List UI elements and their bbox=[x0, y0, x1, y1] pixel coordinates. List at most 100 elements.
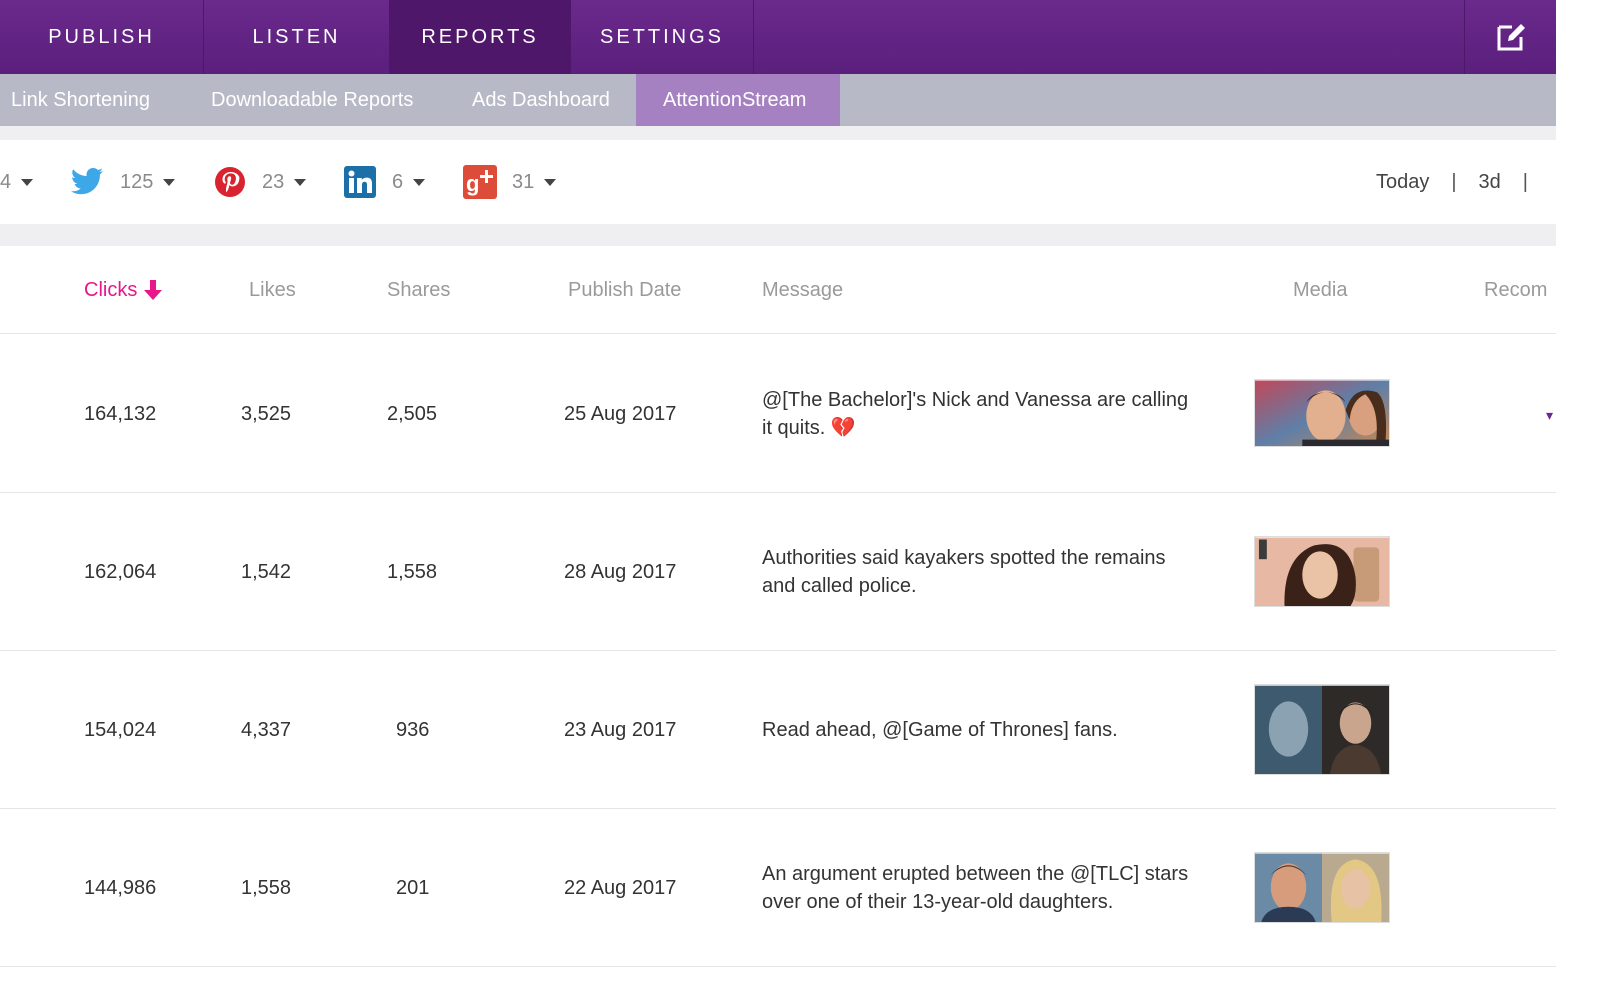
subnav-label: AttentionStream bbox=[663, 88, 807, 111]
column-header-publish-date[interactable]: Publish Date bbox=[568, 246, 681, 334]
table-row[interactable]: 154,024 4,337 936 23 Aug 2017 Read ahead… bbox=[0, 651, 1556, 809]
tab-label: REPORTS bbox=[421, 25, 539, 48]
column-label: Message bbox=[762, 278, 844, 301]
column-label: Shares bbox=[387, 278, 451, 301]
cell-message: Authorities said kayakers spotted the re… bbox=[762, 493, 1202, 651]
message-text: Authorities said kayakers spotted the re… bbox=[762, 547, 1166, 597]
column-header-recommendations[interactable]: Recom bbox=[1484, 246, 1547, 334]
column-header-media[interactable]: Media bbox=[1293, 246, 1347, 334]
message-text: @[The Bachelor]'s Nick and Vanessa are c… bbox=[762, 389, 1189, 439]
compose-button[interactable] bbox=[1464, 0, 1556, 74]
media-thumbnail[interactable] bbox=[1254, 684, 1390, 775]
caret-down-icon bbox=[544, 178, 557, 186]
table-row[interactable]: 164,132 3,525 2,505 25 Aug 2017 @[The Ba… bbox=[0, 335, 1556, 493]
media-image bbox=[1255, 537, 1389, 606]
caret-down-icon bbox=[163, 178, 176, 186]
range-today[interactable]: Today bbox=[1376, 171, 1429, 194]
message-text: An argument erupted between the @[TLC] s… bbox=[762, 863, 1189, 913]
column-header-likes[interactable]: Likes bbox=[249, 246, 296, 334]
cell-message: An argument erupted between the @[TLC] s… bbox=[762, 809, 1202, 967]
column-label: Media bbox=[1293, 278, 1348, 301]
network-filter-linkedin[interactable]: 6 bbox=[344, 140, 426, 224]
cell-publish-date: 25 Aug 2017 bbox=[564, 402, 677, 425]
network-count: 6 bbox=[392, 170, 404, 193]
tab-label: SETTINGS bbox=[599, 25, 724, 48]
column-header-clicks[interactable]: Clicks bbox=[84, 246, 165, 334]
subnav-ads-dashboard[interactable]: Ads Dashboard bbox=[444, 74, 636, 126]
cell-publish-date: 23 Aug 2017 bbox=[564, 718, 677, 741]
subnav-attentionstream[interactable]: AttentionStream bbox=[636, 74, 840, 126]
divider-band bbox=[0, 126, 1556, 140]
recommendation-marker-icon: ▾ bbox=[1546, 407, 1554, 423]
divider-band bbox=[0, 224, 1556, 246]
media-image bbox=[1255, 853, 1389, 922]
column-header-message[interactable]: Message bbox=[762, 246, 843, 334]
subnav-label: Ads Dashboard bbox=[472, 88, 610, 111]
network-filter-facebook[interactable]: 4 bbox=[0, 140, 34, 224]
column-label: Recom bbox=[1484, 278, 1548, 301]
subnav-label: Link Shortening bbox=[11, 88, 150, 111]
subnav-link-shortening[interactable]: Link Shortening bbox=[0, 74, 184, 126]
sub-nav: Link Shortening Downloadable Reports Ads… bbox=[0, 74, 1556, 126]
cell-message: @[The Bachelor]'s Nick and Vanessa are c… bbox=[762, 335, 1202, 493]
column-label: Clicks bbox=[84, 278, 138, 301]
cell-publish-date: 22 Aug 2017 bbox=[564, 876, 677, 899]
pinterest-icon bbox=[215, 167, 245, 197]
network-filter-google-plus[interactable]: g 31 bbox=[463, 140, 557, 224]
google-plus-icon: g bbox=[463, 165, 497, 199]
table-row[interactable]: 144,986 1,558 201 22 Aug 2017 An argumen… bbox=[0, 809, 1556, 967]
tab-label: LISTEN bbox=[252, 25, 341, 48]
cell-shares: 201 bbox=[396, 876, 430, 899]
column-label: Likes bbox=[249, 278, 296, 301]
cell-likes: 1,542 bbox=[241, 560, 292, 583]
tab-listen[interactable]: LISTEN bbox=[204, 0, 390, 74]
cell-shares: 1,558 bbox=[387, 560, 438, 583]
date-range-selector: Today | 3d | bbox=[1376, 140, 1528, 224]
column-header-shares[interactable]: Shares bbox=[387, 246, 450, 334]
table-row[interactable]: 162,064 1,542 1,558 28 Aug 2017 Authorit… bbox=[0, 493, 1556, 651]
cell-message: Read ahead, @[Game of Thrones] fans. bbox=[762, 651, 1202, 809]
range-3d[interactable]: 3d bbox=[1479, 171, 1501, 194]
column-label: Publish Date bbox=[568, 278, 682, 301]
media-image bbox=[1255, 685, 1389, 774]
network-count: 31 bbox=[512, 170, 535, 193]
cell-clicks: 164,132 bbox=[84, 402, 157, 425]
media-thumbnail[interactable] bbox=[1254, 536, 1390, 607]
cell-likes: 1,558 bbox=[241, 876, 292, 899]
top-nav: PUBLISH LISTEN REPORTS SETTINGS bbox=[0, 0, 1556, 74]
caret-down-icon bbox=[21, 178, 34, 186]
network-count: 125 bbox=[120, 170, 154, 193]
tab-label: PUBLISH bbox=[48, 25, 155, 48]
tab-publish[interactable]: PUBLISH bbox=[0, 0, 204, 74]
network-filter-twitter[interactable]: 125 bbox=[70, 140, 176, 224]
network-count: 4 bbox=[0, 170, 12, 193]
media-thumbnail[interactable] bbox=[1254, 379, 1390, 447]
tab-reports[interactable]: REPORTS bbox=[390, 0, 571, 74]
cell-shares: 2,505 bbox=[387, 402, 438, 425]
cell-clicks: 154,024 bbox=[84, 718, 157, 741]
tab-settings[interactable]: SETTINGS bbox=[571, 0, 754, 74]
media-thumbnail[interactable] bbox=[1254, 852, 1390, 923]
cell-shares: 936 bbox=[396, 718, 430, 741]
table-header: Clicks Likes Shares Publish Date Message… bbox=[0, 246, 1556, 334]
sort-desc-arrow-icon bbox=[141, 278, 165, 302]
svg-text:g: g bbox=[466, 171, 479, 196]
network-filter-pinterest[interactable]: 23 bbox=[214, 140, 307, 224]
cell-clicks: 144,986 bbox=[84, 876, 157, 899]
network-filter-bar: 4 125 23 6 g 31 Today | 3d | bbox=[0, 140, 1556, 224]
network-count: 23 bbox=[262, 170, 285, 193]
subnav-label: Downloadable Reports bbox=[211, 88, 414, 111]
cell-publish-date: 28 Aug 2017 bbox=[564, 560, 677, 583]
cell-likes: 4,337 bbox=[241, 718, 292, 741]
caret-down-icon bbox=[294, 178, 307, 186]
cell-likes: 3,525 bbox=[241, 402, 292, 425]
twitter-icon bbox=[71, 168, 103, 195]
subnav-downloadable-reports[interactable]: Downloadable Reports bbox=[184, 74, 444, 126]
cell-clicks: 162,064 bbox=[84, 560, 157, 583]
range-separator: | bbox=[1522, 170, 1528, 193]
compose-icon bbox=[1497, 24, 1525, 51]
message-text: Read ahead, @[Game of Thrones] fans. bbox=[762, 719, 1118, 741]
linkedin-icon bbox=[344, 166, 376, 198]
range-separator: | bbox=[1451, 170, 1457, 193]
